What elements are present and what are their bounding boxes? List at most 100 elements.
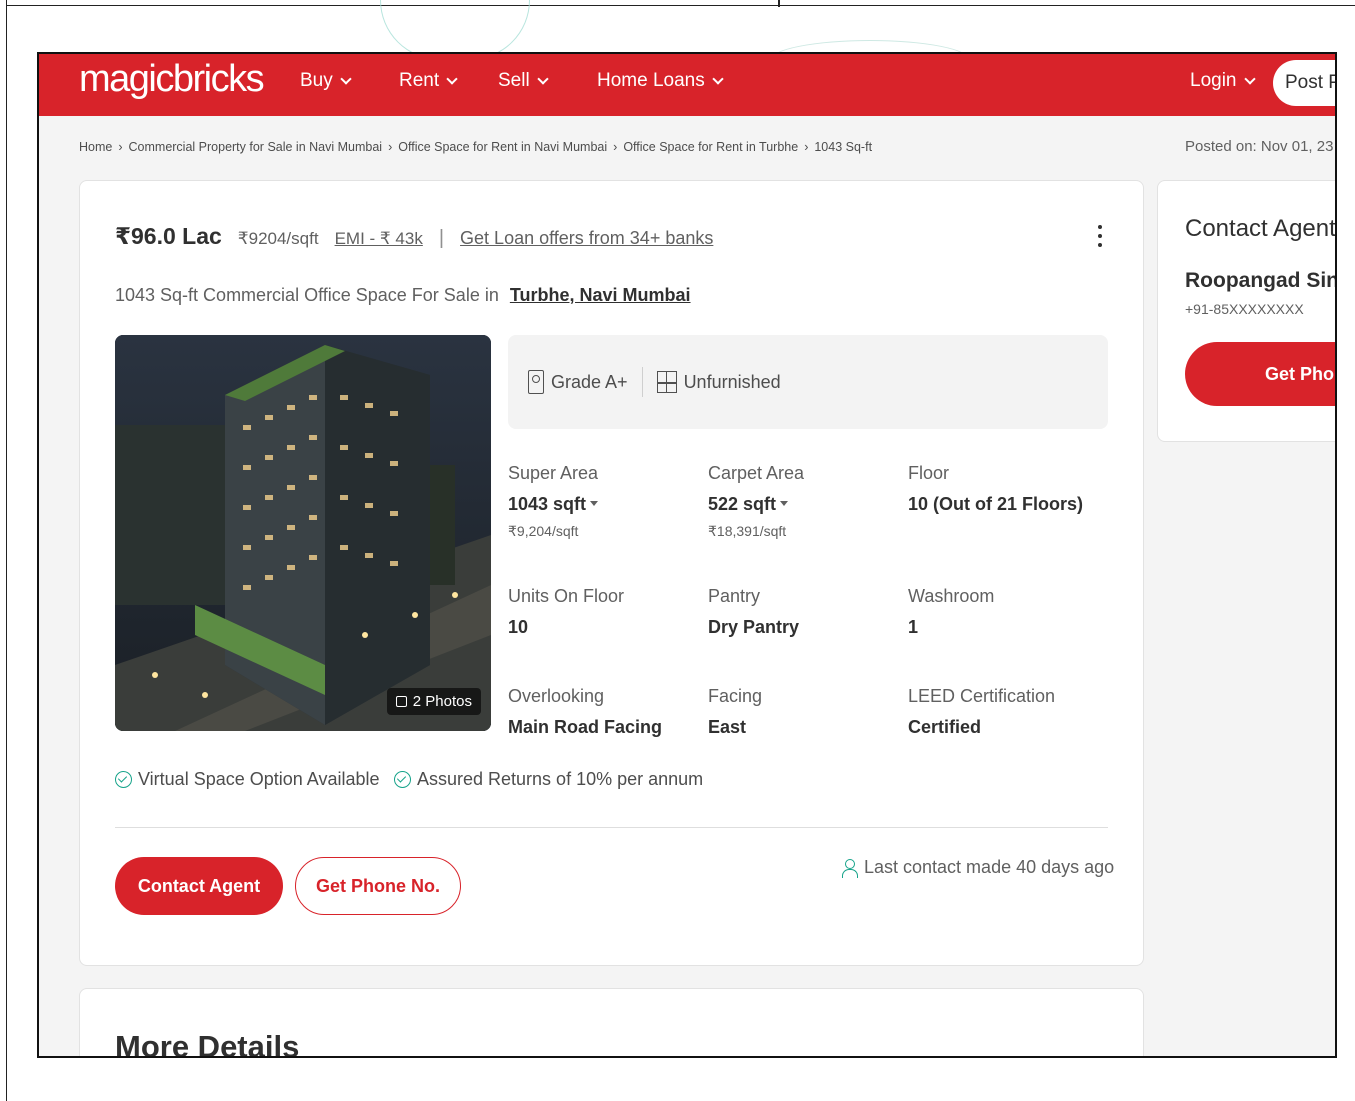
side-get-phone-button[interactable]: Get Phon xyxy=(1185,342,1335,406)
breadcrumb-separator: › xyxy=(388,140,393,154)
more-options-icon[interactable] xyxy=(1098,225,1104,247)
spec-value: Dry Pantry xyxy=(708,617,800,637)
breadcrumb-commercial-sale[interactable]: Commercial Property for Sale in Navi Mum… xyxy=(129,140,383,154)
price: ₹96.0 Lac xyxy=(115,223,222,249)
divider xyxy=(115,827,1108,828)
more-details-title: More Details xyxy=(115,1029,300,1058)
user-icon xyxy=(842,858,858,878)
agent-phone: +91-85XXXXXXXX xyxy=(1185,301,1304,317)
caret-down-icon xyxy=(780,500,789,506)
contact-card-title: Contact Agent xyxy=(1185,215,1336,242)
breadcrumb-current: 1043 Sq-ft xyxy=(814,140,873,154)
spec-sub-value: ₹9,204/sqft xyxy=(508,523,579,539)
spec-label: Floor xyxy=(908,463,950,483)
spec-super-area: Super Area 1043 sqft ₹9,204/sqft xyxy=(508,463,698,540)
login-label: Login xyxy=(1190,70,1237,91)
spec-label: Carpet Area xyxy=(708,463,805,483)
last-contact-text: Last contact made 40 days ago xyxy=(864,857,1115,877)
nav-home-loans[interactable]: Home Loans xyxy=(597,70,724,92)
magicbricks-logo[interactable]: magicbricks xyxy=(79,58,265,101)
spec-leed-certification: LEED Certification Certified xyxy=(908,686,1098,738)
breadcrumb-office-turbhe[interactable]: Office Space for Rent in Turbhe xyxy=(623,140,798,154)
listing-subtitle-text: 1043 Sq-ft Commercial Office Space For S… xyxy=(115,285,499,305)
spec-label: Pantry xyxy=(708,586,761,606)
contact-agent-card: Contact Agent Roopangad Sing +91-85XXXXX… xyxy=(1157,180,1337,442)
breadcrumb-separator: › xyxy=(613,140,618,154)
furnishing-tag: Unfurnished xyxy=(656,371,781,393)
gallery-icon xyxy=(395,696,407,707)
furnishing-label: Unfurnished xyxy=(683,371,781,392)
spec-washroom: Washroom 1 xyxy=(908,586,1098,638)
chevron-down-icon xyxy=(340,73,352,85)
spec-label: Overlooking xyxy=(508,686,605,706)
nav-buy-label: Buy xyxy=(300,70,333,91)
chevron-down-icon xyxy=(1243,73,1256,85)
price-row: ₹96.0 Lac ₹9204/sqft EMI - ₹ 43k | Get L… xyxy=(115,223,713,250)
spec-floor: Floor 10 (Out of 21 Floors) xyxy=(908,463,1098,515)
agent-name: Roopangad Sing xyxy=(1185,269,1337,292)
breadcrumb-home[interactable]: Home xyxy=(79,140,112,154)
listing-subtitle: 1043 Sq-ft Commercial Office Space For S… xyxy=(115,285,691,306)
tag-divider xyxy=(641,367,643,397)
spec-carpet-area: Carpet Area 522 sqft ₹18,391/sqft xyxy=(708,463,898,540)
spec-overlooking: Overlooking Main Road Facing xyxy=(508,686,698,738)
top-rule xyxy=(6,0,1355,6)
chevron-down-icon xyxy=(537,73,549,85)
nav-rent[interactable]: Rent xyxy=(399,70,458,92)
breadcrumb: Home › Commercial Property for Sale in N… xyxy=(79,140,872,154)
get-phone-button[interactable]: Get Phone No. xyxy=(295,857,461,915)
check-circle-icon xyxy=(115,771,132,788)
feature-virtual-space: Virtual Space Option Available xyxy=(115,769,380,790)
more-details-card: More Details xyxy=(79,988,1144,1058)
feature-label: Virtual Space Option Available xyxy=(138,769,380,789)
emi-link[interactable]: EMI - ₹ 43k xyxy=(335,229,423,249)
breadcrumb-separator: › xyxy=(118,140,123,154)
spec-value[interactable]: 1043 sqft xyxy=(508,494,698,515)
spec-facing: Facing East xyxy=(708,686,898,738)
top-divider xyxy=(778,0,780,7)
caret-down-icon xyxy=(590,500,599,506)
spec-value[interactable]: 522 sqft xyxy=(708,494,898,515)
last-contact-info: Last contact made 40 days ago xyxy=(842,857,1114,878)
spec-value: 1 xyxy=(908,617,919,637)
chevron-down-icon xyxy=(446,73,458,85)
location-link[interactable]: Turbhe, Navi Mumbai xyxy=(510,285,691,305)
spec-value: 10 (Out of 21 Floors) xyxy=(908,494,1084,514)
nav-rent-label: Rent xyxy=(399,70,440,91)
spec-value: Certified xyxy=(908,717,982,737)
building-image xyxy=(115,335,491,731)
price-per-sqft: ₹9204/sqft xyxy=(237,229,319,248)
site-header: magicbricks Buy Rent Sell Home Loans Log… xyxy=(39,54,1335,116)
grade-badge-icon xyxy=(528,370,544,394)
spec-sub-value: ₹18,391/sqft xyxy=(708,523,787,539)
posted-date: Posted on: Nov 01, 23 xyxy=(1185,138,1334,155)
feature-assured-returns: Assured Returns of 10% per annum xyxy=(394,769,703,790)
loan-offers-link[interactable]: Get Loan offers from 34+ banks xyxy=(460,228,713,249)
browser-viewport: magicbricks Buy Rent Sell Home Loans Log… xyxy=(37,52,1337,1058)
photo-count-badge[interactable]: 2 Photos xyxy=(386,688,481,715)
divider: | xyxy=(438,227,445,249)
listing-card: ₹96.0 Lac ₹9204/sqft EMI - ₹ 43k | Get L… xyxy=(79,180,1144,966)
spec-label: Washroom xyxy=(908,586,995,606)
feature-label: Assured Returns of 10% per annum xyxy=(417,769,704,789)
nav-buy[interactable]: Buy xyxy=(300,70,352,92)
nav-home-loans-label: Home Loans xyxy=(597,70,705,91)
breadcrumb-office-navi-mumbai[interactable]: Office Space for Rent in Navi Mumbai xyxy=(398,140,607,154)
check-circle-icon xyxy=(394,771,411,788)
contact-agent-button[interactable]: Contact Agent xyxy=(115,857,283,915)
property-photo[interactable]: 2 Photos xyxy=(115,335,491,731)
nav-sell[interactable]: Sell xyxy=(498,70,549,92)
highlights-box: Grade A+ Unfurnished xyxy=(508,335,1108,429)
post-property-button[interactable]: Post P xyxy=(1273,60,1335,106)
spec-label: Facing xyxy=(708,686,763,706)
grade-label: Grade A+ xyxy=(551,371,628,392)
photo-count: 2 Photos xyxy=(412,693,472,710)
grade-tag: Grade A+ xyxy=(528,370,628,394)
spec-value: 10 xyxy=(508,617,529,637)
spec-pantry: Pantry Dry Pantry xyxy=(708,586,898,638)
spec-value: East xyxy=(708,717,747,737)
nav-sell-label: Sell xyxy=(498,70,530,91)
spec-label: Units On Floor xyxy=(508,586,625,606)
login-menu[interactable]: Login xyxy=(1190,70,1256,92)
spec-value: Main Road Facing xyxy=(508,717,663,737)
